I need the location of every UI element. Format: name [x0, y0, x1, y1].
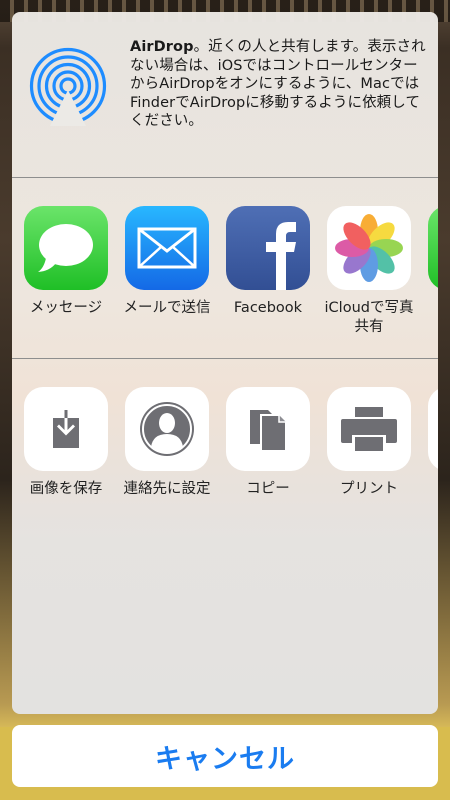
- print-icon[interactable]: [327, 387, 411, 471]
- contact-icon[interactable]: [125, 387, 209, 471]
- actions-row: 画像を保存 連絡先に設定 コピー プリント: [12, 387, 438, 557]
- facebook-icon[interactable]: [226, 206, 310, 290]
- action-more[interactable]: [422, 387, 438, 471]
- share-more-app[interactable]: [422, 206, 438, 290]
- photos-icon[interactable]: [327, 206, 411, 290]
- airdrop-section[interactable]: AirDrop。近くの人と共有します。表示されない場合は、iOSではコントロール…: [12, 12, 438, 177]
- action-copy-label: コピー: [246, 481, 290, 497]
- share-mail-label: メールで送信: [123, 300, 211, 316]
- action-print[interactable]: プリント: [321, 387, 417, 499]
- more-action-icon[interactable]: [428, 387, 438, 471]
- share-apps-row: メッセージ メールで送信 Facebook iCloudで写真共有: [12, 206, 438, 376]
- messages-icon[interactable]: [24, 206, 108, 290]
- cancel-button[interactable]: キャンセル: [12, 725, 438, 787]
- save-image-icon[interactable]: [24, 387, 108, 471]
- share-facebook-label: Facebook: [233, 300, 303, 316]
- share-sheet: AirDrop。近くの人と共有します。表示されない場合は、iOSではコントロール…: [12, 12, 438, 714]
- airdrop-icon[interactable]: [28, 46, 108, 126]
- share-messages[interactable]: メッセージ: [18, 206, 114, 318]
- share-icloud-photos-label: iCloudで写真共有: [324, 300, 414, 335]
- airdrop-title: AirDrop: [130, 39, 194, 55]
- mail-icon[interactable]: [125, 206, 209, 290]
- copy-icon[interactable]: [226, 387, 310, 471]
- action-set-contact[interactable]: 連絡先に設定: [119, 387, 215, 499]
- share-messages-label: メッセージ: [29, 300, 103, 316]
- share-icloud-photos[interactable]: iCloudで写真共有: [321, 206, 417, 337]
- action-copy[interactable]: コピー: [220, 387, 316, 499]
- action-save-image[interactable]: 画像を保存: [18, 387, 114, 499]
- share-mail[interactable]: メールで送信: [119, 206, 215, 318]
- app-icon[interactable]: [428, 206, 438, 290]
- action-set-contact-label: 連絡先に設定: [123, 481, 211, 497]
- action-save-image-label: 画像を保存: [29, 481, 103, 497]
- airdrop-description: AirDrop。近くの人と共有します。表示されない場合は、iOSではコントロール…: [130, 38, 430, 131]
- share-facebook[interactable]: Facebook: [220, 206, 316, 318]
- divider: [12, 177, 438, 178]
- divider: [12, 358, 438, 359]
- action-print-label: プリント: [340, 481, 398, 497]
